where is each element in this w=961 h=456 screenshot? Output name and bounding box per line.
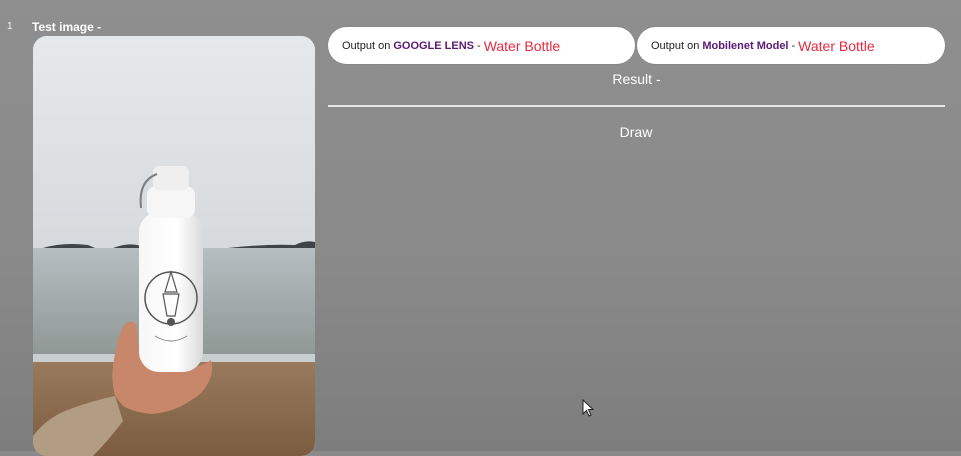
prediction-result: Water Bottle <box>798 37 875 54</box>
item-index: 1 <box>7 21 13 32</box>
prediction-result: Water Bottle <box>483 37 561 54</box>
test-image-label: Test image - <box>32 20 102 34</box>
mouse-cursor-icon <box>582 399 594 417</box>
mobilenet-output: Output on Mobilenet Model - Water Bottle <box>637 27 945 64</box>
model-name: Mobilenet Model <box>702 39 789 52</box>
google-lens-output: Output on GOOGLE LENS - Water Bottle <box>328 27 635 64</box>
divider <box>328 105 945 107</box>
draw-button[interactable]: Draw <box>600 121 672 143</box>
output-prefix: Output on <box>342 39 391 52</box>
water-bottle-photo <box>33 36 315 456</box>
result-heading: Result - <box>612 71 661 87</box>
output-prefix: Output on <box>651 39 700 52</box>
test-image <box>33 36 315 456</box>
model-name: GOOGLE LENS <box>393 39 475 52</box>
separator: - <box>477 39 481 52</box>
separator: - <box>791 39 796 52</box>
